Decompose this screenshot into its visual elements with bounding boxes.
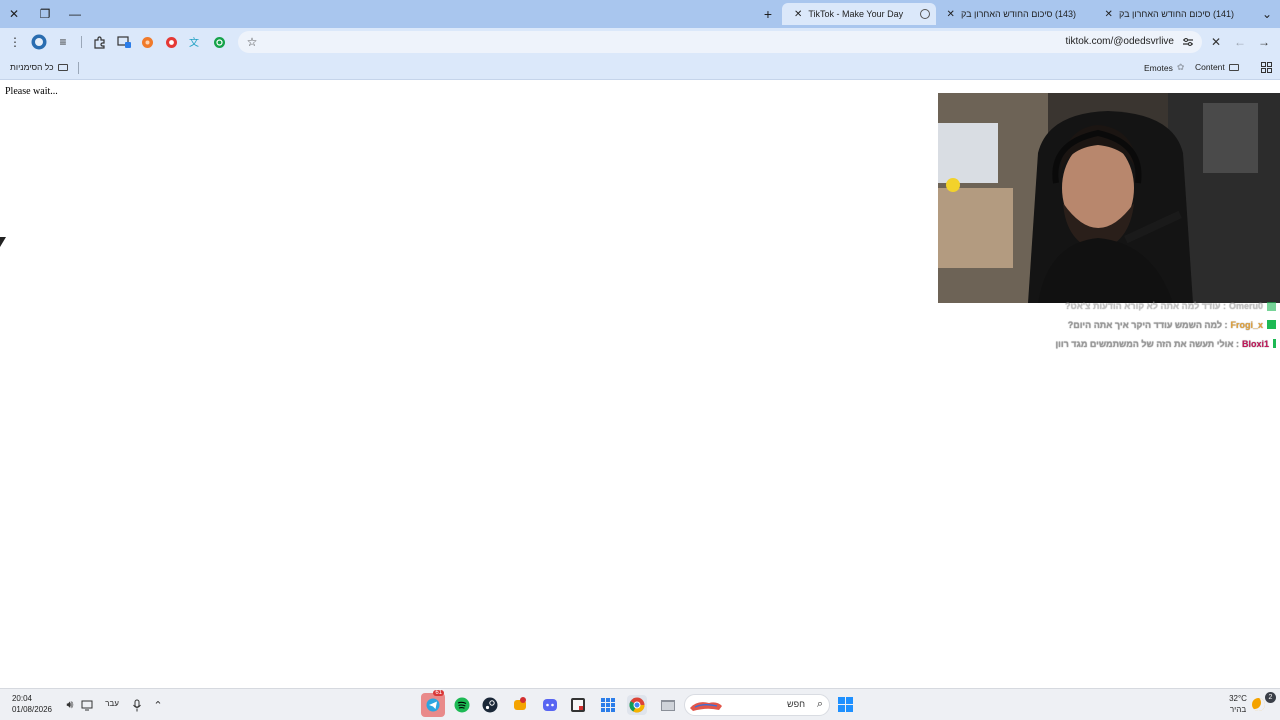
- tiktok-loading-icon: [920, 9, 930, 19]
- folder-icon: [57, 63, 68, 71]
- taskbar: 20:04 01/08/2026 🔊︎ עבר ⌃ 61 חפש ⌕ 32°C …: [0, 688, 1280, 720]
- chat-text: :: [1233, 338, 1239, 349]
- subscriber-badge-icon: [1273, 339, 1276, 348]
- address-bar[interactable]: ☆ tiktok.com/@odedsvrlive: [238, 31, 1202, 53]
- url-text: tiktok.com/@odedsvrlive: [1065, 36, 1174, 47]
- notification-count-badge[interactable]: 2: [1265, 692, 1276, 703]
- loading-status-text: Please wait...: [5, 86, 58, 97]
- chat-username: Omeru0: [1228, 301, 1263, 311]
- bookmark-emotes-label: Emotes: [1144, 62, 1173, 73]
- chat-message: Omeru0 : עודד למה אתה לא קורא הודעות צ'א…: [946, 299, 1276, 311]
- toolbar: ⋮ ≡ 文 ☆ tiktok.com/@odedsvrlive ✕ ← →: [0, 28, 1280, 56]
- bookmark-content[interactable]: Content: [1195, 62, 1239, 72]
- chat-username: Frogi_x: [1230, 319, 1263, 330]
- extension-red-icon[interactable]: [161, 32, 181, 52]
- bookmark-emotes[interactable]: Emotes ✿: [1144, 62, 1184, 73]
- webcam-overlay: [938, 93, 1280, 303]
- bookmarks-bar: כל הסימניות Emotes ✿ Content: [0, 56, 1280, 80]
- subscriber-badge-icon: [1267, 302, 1276, 311]
- bookmark-content-label: Content: [1195, 62, 1225, 72]
- network-icon[interactable]: [77, 695, 97, 715]
- extension-grammarly-icon[interactable]: [209, 32, 229, 52]
- apps-grid-icon[interactable]: [1261, 62, 1272, 73]
- tab-strip: ✕ ❐ — + ✕ TikTok - Make Your Day (143) ס…: [0, 0, 1280, 28]
- profile-avatar[interactable]: [29, 32, 49, 52]
- chat-text: למה השמש עודד היקר איך אתה היום?: [1067, 319, 1222, 330]
- tab-title: TikTok - Make Your Day: [808, 9, 904, 19]
- close-tab-icon[interactable]: ✕: [794, 9, 802, 20]
- tab-title: (141) סיכום החודש האחרון בק: [1118, 9, 1234, 19]
- file-explorer-icon[interactable]: [658, 695, 678, 715]
- gaming-app-icon[interactable]: [510, 695, 530, 715]
- stop-loading-icon[interactable]: ✕: [1206, 32, 1226, 52]
- search-placeholder: חפש: [787, 699, 805, 709]
- close-window-icon[interactable]: ✕: [5, 5, 23, 23]
- media-control-icon[interactable]: ≡: [53, 32, 73, 52]
- emote-icon: ✿: [1176, 62, 1185, 72]
- windows-start-icon[interactable]: [838, 697, 853, 712]
- all-bookmarks-button[interactable]: כל הסימניות: [10, 62, 68, 72]
- bookmarks-divider: [78, 62, 79, 74]
- extension-orange-icon[interactable]: [137, 32, 157, 52]
- tab-search-chevron-icon[interactable]: ⌄: [1258, 5, 1276, 23]
- chat-text: אולי תעשה את הזה של המשתמשים מגד רוון: [1055, 338, 1234, 349]
- folder-icon: [1228, 63, 1239, 71]
- screen: ✕ ❐ — + ✕ TikTok - Make Your Day (143) ס…: [0, 0, 1280, 720]
- chrome-app-icon[interactable]: [627, 695, 647, 715]
- mouse-cursor-icon: [0, 237, 6, 247]
- close-tab-icon[interactable]: ✕: [1105, 9, 1113, 20]
- spotify-app-icon[interactable]: [452, 695, 472, 715]
- screen-capture-icon[interactable]: [114, 32, 134, 52]
- page-content: Please wait... Omeru0: עודד למה אתה לא …: [0, 81, 1280, 688]
- site-settings-icon[interactable]: [1178, 32, 1198, 52]
- tab-tiktok[interactable]: ✕ TikTok - Make Your Day: [782, 3, 936, 25]
- all-bookmarks-label: כל הסימניות: [10, 62, 54, 72]
- chat-text: עודד למה אתה לא קורא הודעות צ'אט?: [1065, 301, 1221, 311]
- restore-window-icon[interactable]: ❐: [36, 5, 54, 23]
- microphone-icon[interactable]: [127, 695, 147, 715]
- weather-moon-icon[interactable]: [1252, 698, 1265, 711]
- start-apps-icon[interactable]: [598, 695, 618, 715]
- tab-title: (143) סיכום החודש האחרון בק: [960, 9, 1076, 19]
- chevron-up-icon[interactable]: ⌃: [148, 695, 168, 715]
- steam-app-icon[interactable]: [480, 695, 500, 715]
- weather-desc: בהיר: [1229, 705, 1247, 714]
- minimize-window-icon[interactable]: —: [66, 5, 84, 23]
- chat-message: Bloxi1 : אולי תעשה את הזה של המשתמשים מג…: [946, 334, 1276, 353]
- subscriber-badge-icon: [1267, 320, 1276, 329]
- search-icon: ⌕: [816, 698, 823, 710]
- new-tab-button[interactable]: +: [760, 5, 776, 23]
- extensions-puzzle-icon[interactable]: [89, 32, 109, 52]
- forward-arrow-icon[interactable]: ←: [1230, 32, 1250, 52]
- menu-kebab-icon[interactable]: ⋮: [5, 32, 25, 52]
- tab-youtube-1[interactable]: (141) סיכום החודש האחרון בק ✕: [1096, 3, 1252, 25]
- clock-time[interactable]: 20:04: [8, 694, 36, 703]
- bookmark-star-icon[interactable]: ☆: [242, 32, 262, 52]
- telegram-badge: 61: [433, 690, 444, 696]
- app-window-icon[interactable]: [568, 695, 588, 715]
- svg-text:文: 文: [189, 36, 199, 49]
- chat-username: Bloxi1: [1241, 338, 1269, 349]
- weather-temp[interactable]: 32°C: [1225, 694, 1251, 703]
- tab-youtube-2[interactable]: (143) סיכום החודש האחרון בק ✕: [938, 3, 1094, 25]
- language-indicator[interactable]: עבר: [102, 699, 122, 708]
- back-arrow-icon[interactable]: →: [1254, 32, 1274, 52]
- stream-chat-overlay: Omeru0 : עודד למה אתה לא קורא הודעות צ'א…: [946, 299, 1276, 353]
- clock-date[interactable]: 01/08/2026: [8, 705, 56, 714]
- extension-translate-icon[interactable]: 文: [185, 32, 205, 52]
- discord-app-icon[interactable]: [540, 695, 560, 715]
- telegram-app-icon[interactable]: 61: [421, 690, 445, 717]
- chat-text: :: [1220, 301, 1226, 311]
- taskbar-search[interactable]: חפש ⌕: [684, 694, 830, 716]
- toolbar-divider: [81, 36, 82, 48]
- close-tab-icon[interactable]: ✕: [947, 9, 955, 20]
- chat-text: :: [1221, 319, 1228, 330]
- chat-message: Frogi_x : למה השמש עודד היקר איך אתה היו…: [946, 315, 1276, 334]
